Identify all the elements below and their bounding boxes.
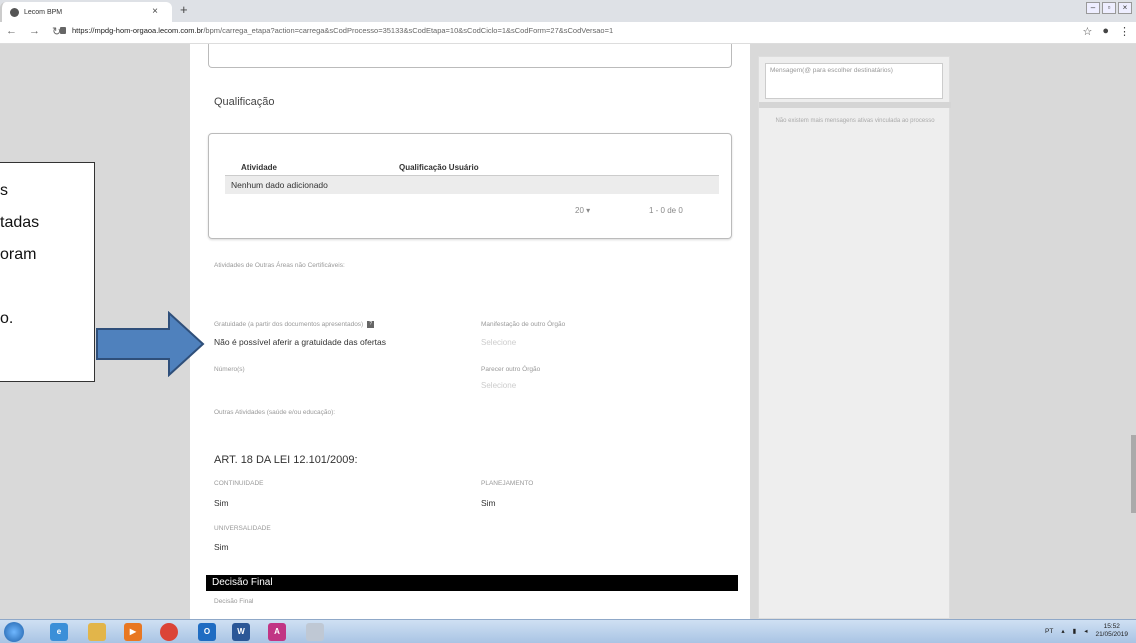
callout-line <box>0 271 94 303</box>
volume-icon[interactable]: ◂ <box>1084 627 1087 635</box>
planejamento-label: PLANEJAMENTO <box>481 480 534 487</box>
outras-atividades-label: Outras Atividades (saúde e/ou educação): <box>214 409 336 416</box>
numeros-label: Número(s) <box>214 366 245 373</box>
planejamento-value: Sim <box>481 498 496 508</box>
universalidade-value: Sim <box>214 542 229 552</box>
outras-areas-label: Atividades de Outras Áreas não Certificá… <box>214 262 345 269</box>
page-size-value: 20 <box>575 206 584 215</box>
browser-tab[interactable]: Lecom BPM × <box>0 2 172 22</box>
table-empty-row: Nenhum dado adicionado <box>225 176 719 194</box>
close-window-icon[interactable]: × <box>1118 2 1132 14</box>
qualificacao-card: Atividade Qualificação Usuário Nenhum da… <box>208 133 732 239</box>
access-icon[interactable]: A <box>268 623 286 641</box>
universalidade-label: UNIVERSALIDADE <box>214 525 271 532</box>
start-button[interactable] <box>4 622 24 642</box>
url-path: /bpm/carrega_etapa?action=carrega&sCodPr… <box>203 26 614 35</box>
no-messages-text: Não existem mais mensagens ativas vincul… <box>775 118 935 124</box>
clock-date: 21/05/2019 <box>1095 631 1128 638</box>
arrow-shape <box>96 311 205 377</box>
star-icon[interactable]: ☆ <box>1082 25 1092 38</box>
maximize-icon[interactable]: ▫ <box>1102 2 1116 14</box>
gratuidade-label-text: Gratuidade (a partir dos documentos apre… <box>214 321 364 329</box>
back-icon[interactable]: ← <box>6 25 17 38</box>
col-atividade[interactable]: Atividade <box>241 163 277 172</box>
menu-icon[interactable]: ⋮ <box>1119 25 1130 38</box>
minimize-icon[interactable]: – <box>1086 2 1100 14</box>
messages-panel: Mensagem(@ para escolher destinatários) … <box>758 56 951 619</box>
network-icon[interactable]: ▮ <box>1073 627 1077 635</box>
parecer-select[interactable]: Selecione <box>481 381 516 390</box>
taskbar: e ▶ O W A PT ▴ ▮ ◂ 15:52 21/05/2019 <box>0 619 1136 643</box>
globe-icon <box>10 7 19 17</box>
url-field[interactable]: https://mpdg-hom-orgaoa.lecom.com.br/bpm… <box>60 26 613 35</box>
clock-time: 15:52 <box>1103 623 1120 630</box>
nav-buttons: ← → ↻ <box>6 25 61 38</box>
qualificacao-table: Atividade Qualificação Usuário Nenhum da… <box>225 158 719 194</box>
ie-icon[interactable]: e <box>50 623 68 641</box>
media-player-icon[interactable]: ▶ <box>124 623 142 641</box>
pagination-range: 1 - 0 de 0 <box>649 206 683 215</box>
chrome-icon[interactable] <box>160 623 178 641</box>
tray-arrow-icon[interactable]: ▴ <box>1061 627 1064 635</box>
help-icon[interactable]: ? <box>367 321 375 328</box>
continuidade-value: Sim <box>214 498 229 508</box>
manifestacao-select[interactable]: Selecione <box>481 338 516 347</box>
clock[interactable]: 15:52 21/05/2019 <box>1095 623 1128 639</box>
language-indicator[interactable]: PT <box>1045 628 1053 635</box>
url-host: https://mpdg-hom-orgaoa.lecom.com.br <box>72 26 204 35</box>
col-qualificacao[interactable]: Qualificação Usuário <box>399 163 479 172</box>
browser-tab-bar: Lecom BPM × + – ▫ × <box>0 0 1136 22</box>
manifestacao-label: Manifestação de outro Órgão <box>481 321 566 328</box>
messages-divider <box>759 102 951 108</box>
callout-line: o. <box>0 310 14 327</box>
forward-icon[interactable]: → <box>29 25 40 38</box>
lock-icon <box>60 27 66 34</box>
outlook-icon[interactable]: O <box>198 623 216 641</box>
form-panel: Qualificação Atividade Qualificação Usuá… <box>190 44 750 619</box>
continuidade-label: CONTINUIDADE <box>214 480 264 487</box>
system-tray: PT ▴ ▮ ◂ 15:52 21/05/2019 <box>1045 623 1128 639</box>
page-scrollbar[interactable] <box>1131 435 1136 513</box>
gratuidade-value[interactable]: Não é possível aferir a gratuidade das o… <box>214 337 386 347</box>
address-bar-actions: ☆ ● ⋮ <box>1082 25 1130 38</box>
callout-box: s tadas oram o. <box>0 162 95 382</box>
callout-line: s <box>0 182 8 199</box>
art-18-title: ART. 18 DA LEI 12.101/2009: <box>214 454 358 466</box>
address-bar: ← → ↻ https://mpdg-hom-orgaoa.lecom.com.… <box>0 22 1136 44</box>
qualificacao-title: Qualificação <box>214 96 275 108</box>
tab-close-button[interactable]: × <box>152 6 158 17</box>
callout-line: tadas <box>0 214 40 231</box>
word-icon[interactable]: W <box>232 623 250 641</box>
tab-title: Lecom BPM <box>24 8 63 16</box>
dropdown-arrow-icon: ▾ <box>586 206 591 215</box>
folder-icon[interactable] <box>88 623 106 641</box>
decisao-final-label: Decisão Final <box>214 598 254 605</box>
gratuidade-label: Gratuidade (a partir dos documentos apre… <box>214 321 375 329</box>
decisao-final-bar: Decisão Final <box>206 575 738 591</box>
notepad-icon[interactable] <box>306 623 324 641</box>
callout-line: oram <box>0 246 37 263</box>
new-tab-button[interactable]: + <box>180 2 188 17</box>
parecer-label: Parecer outro Órgão <box>481 366 541 373</box>
arrow-icon <box>96 311 205 377</box>
account-icon[interactable]: ● <box>1102 25 1109 38</box>
message-input[interactable]: Mensagem(@ para escolher destinatários) <box>765 63 943 99</box>
callout-text: s tadas oram o. <box>0 163 94 335</box>
window-controls: – ▫ × <box>1086 2 1132 14</box>
previous-card <box>208 44 732 68</box>
page-size-select[interactable]: 20 ▾ <box>575 206 590 215</box>
table-header: Atividade Qualificação Usuário <box>225 158 719 176</box>
